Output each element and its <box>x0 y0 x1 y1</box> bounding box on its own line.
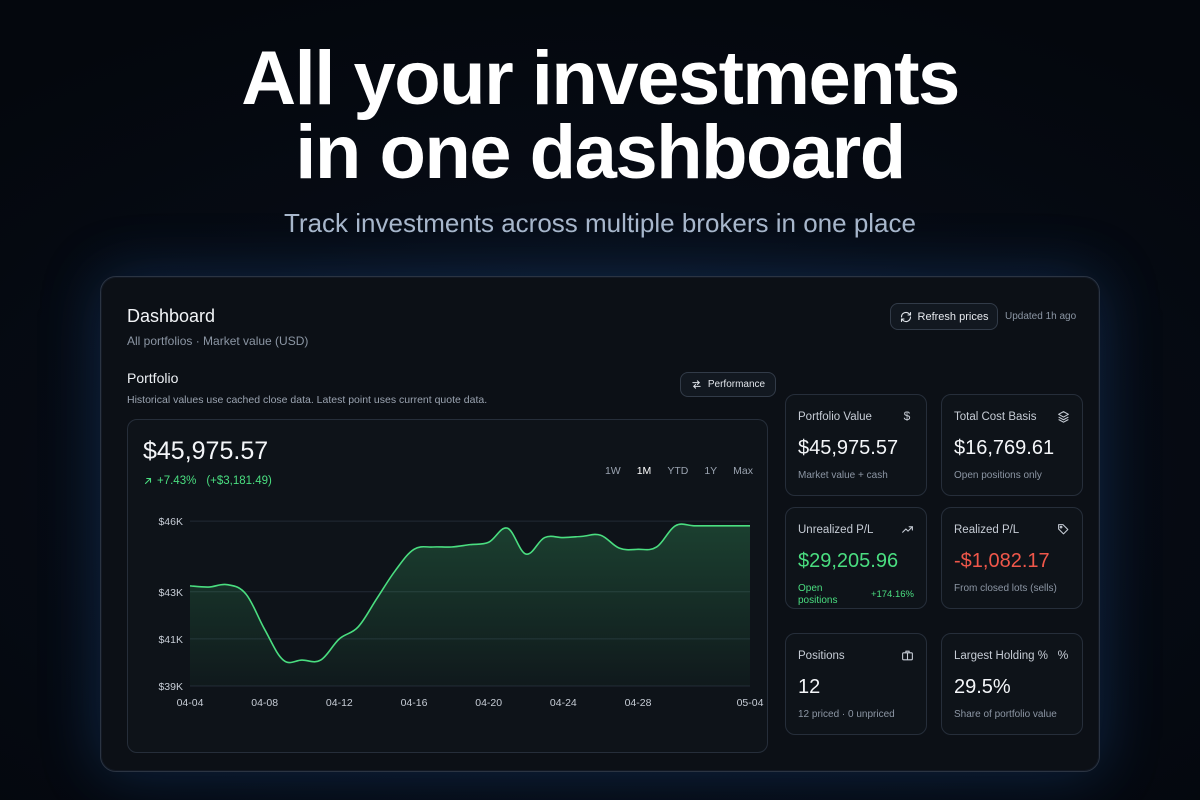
stat-value: -$1,082.17 <box>954 550 1050 572</box>
stat-label: Portfolio Value <box>798 411 872 423</box>
stat-card-largest-holding: Largest Holding %% 29.5% Share of portfoli… <box>941 633 1083 735</box>
stat-label: Positions <box>798 650 845 662</box>
refresh-icon <box>900 311 912 323</box>
stat-foot: Open positions only <box>954 470 1042 481</box>
performance-label: Performance <box>707 379 766 390</box>
refresh-prices-button[interactable]: Refresh prices <box>890 303 998 330</box>
x-tick-label: 04-04 <box>177 697 204 709</box>
stat-value: 29.5% <box>954 676 1011 698</box>
stat-label: Realized P/L <box>954 524 1020 536</box>
y-tick-label: $41K <box>158 634 183 646</box>
x-tick-label: 05-04 <box>737 697 764 709</box>
stat-card-unrealized-p-l: Unrealized P/L $29,205.96 Open positions +1… <box>785 507 927 609</box>
hero-title-line-1: All your investments <box>241 36 960 121</box>
stat-card-portfolio-value: Portfolio Value $ $45,975.57 Market value +… <box>785 394 927 496</box>
portfolio-chart-card: $45,975.57 +7.43% (+$3,181.49) 1W 1M YTD 1Y… <box>127 419 768 753</box>
dollar-icon: $ <box>903 409 911 423</box>
percent-icon: % <box>1057 648 1069 662</box>
hero-subtitle: Track investments across multiple broker… <box>284 208 916 238</box>
stat-foot: From closed lots (sells) <box>954 583 1057 594</box>
page-title: Dashboard <box>127 306 216 326</box>
stat-percent: +174.16% <box>870 589 914 600</box>
portfolio-note: Historical values use cached close data.… <box>127 394 488 406</box>
stat-value: $45,975.57 <box>798 437 899 459</box>
swap-icon <box>691 379 702 390</box>
stat-card-total-cost-basis: Total Cost Basis $16,769.61 Open positions… <box>941 394 1083 496</box>
stat-card-realized-p-l: Realized P/L -$1,082.17 From closed lots (… <box>941 507 1083 609</box>
stat-foot: Market value + cash <box>798 470 888 481</box>
y-tick-label: $46K <box>158 516 183 528</box>
stat-label: Unrealized P/L <box>798 524 874 536</box>
performance-button[interactable]: Performance <box>680 372 776 397</box>
stat-card-positions: Positions 12 12 priced · 0 unpriced <box>785 633 927 735</box>
x-tick-label: 04-12 <box>326 697 353 709</box>
page-subtitle: All portfolios · Market value (USD) <box>127 334 309 348</box>
stat-label: Total Cost Basis <box>954 411 1037 423</box>
y-tick-label: $43K <box>158 587 183 599</box>
tag-icon <box>1056 522 1070 536</box>
stat-foot: Share of portfolio value <box>954 709 1057 720</box>
x-tick-label: 04-24 <box>550 697 577 709</box>
portfolio-area-chart: $46K $43K $41K $39K 04-04 04-08 04-12 04-16 04-… <box>158 516 764 709</box>
stat-value: $29,205.96 <box>798 550 899 572</box>
portfolio-title: Portfolio <box>127 370 179 386</box>
trending-up-icon <box>900 522 914 536</box>
stat-foot: 12 priced · 0 unpriced <box>798 709 895 720</box>
x-tick-label: 04-08 <box>251 697 278 709</box>
briefcase-icon <box>900 648 914 662</box>
refresh-prices-label: Refresh prices <box>917 310 989 323</box>
updated-timestamp: Updated 1h ago <box>1005 311 1077 322</box>
stat-value: $16,769.61 <box>954 437 1055 459</box>
y-tick-label: $39K <box>158 681 183 693</box>
dashboard-panel: Dashboard All portfolios · Market value … <box>100 276 1100 772</box>
layers-icon <box>1056 409 1070 423</box>
x-tick-label: 04-20 <box>475 697 502 709</box>
x-tick-label: 04-16 <box>401 697 428 709</box>
hero-title-line-2: in one dashboard <box>295 110 906 195</box>
stat-label: Largest Holding % <box>954 650 1048 662</box>
chart-area-fill <box>190 524 750 686</box>
x-tick-label: 04-28 <box>625 697 652 709</box>
stat-foot: Open positions <box>798 583 838 606</box>
stat-value: 12 <box>798 676 821 698</box>
hero-title: All your investments in one dashboard <box>0 36 1200 195</box>
